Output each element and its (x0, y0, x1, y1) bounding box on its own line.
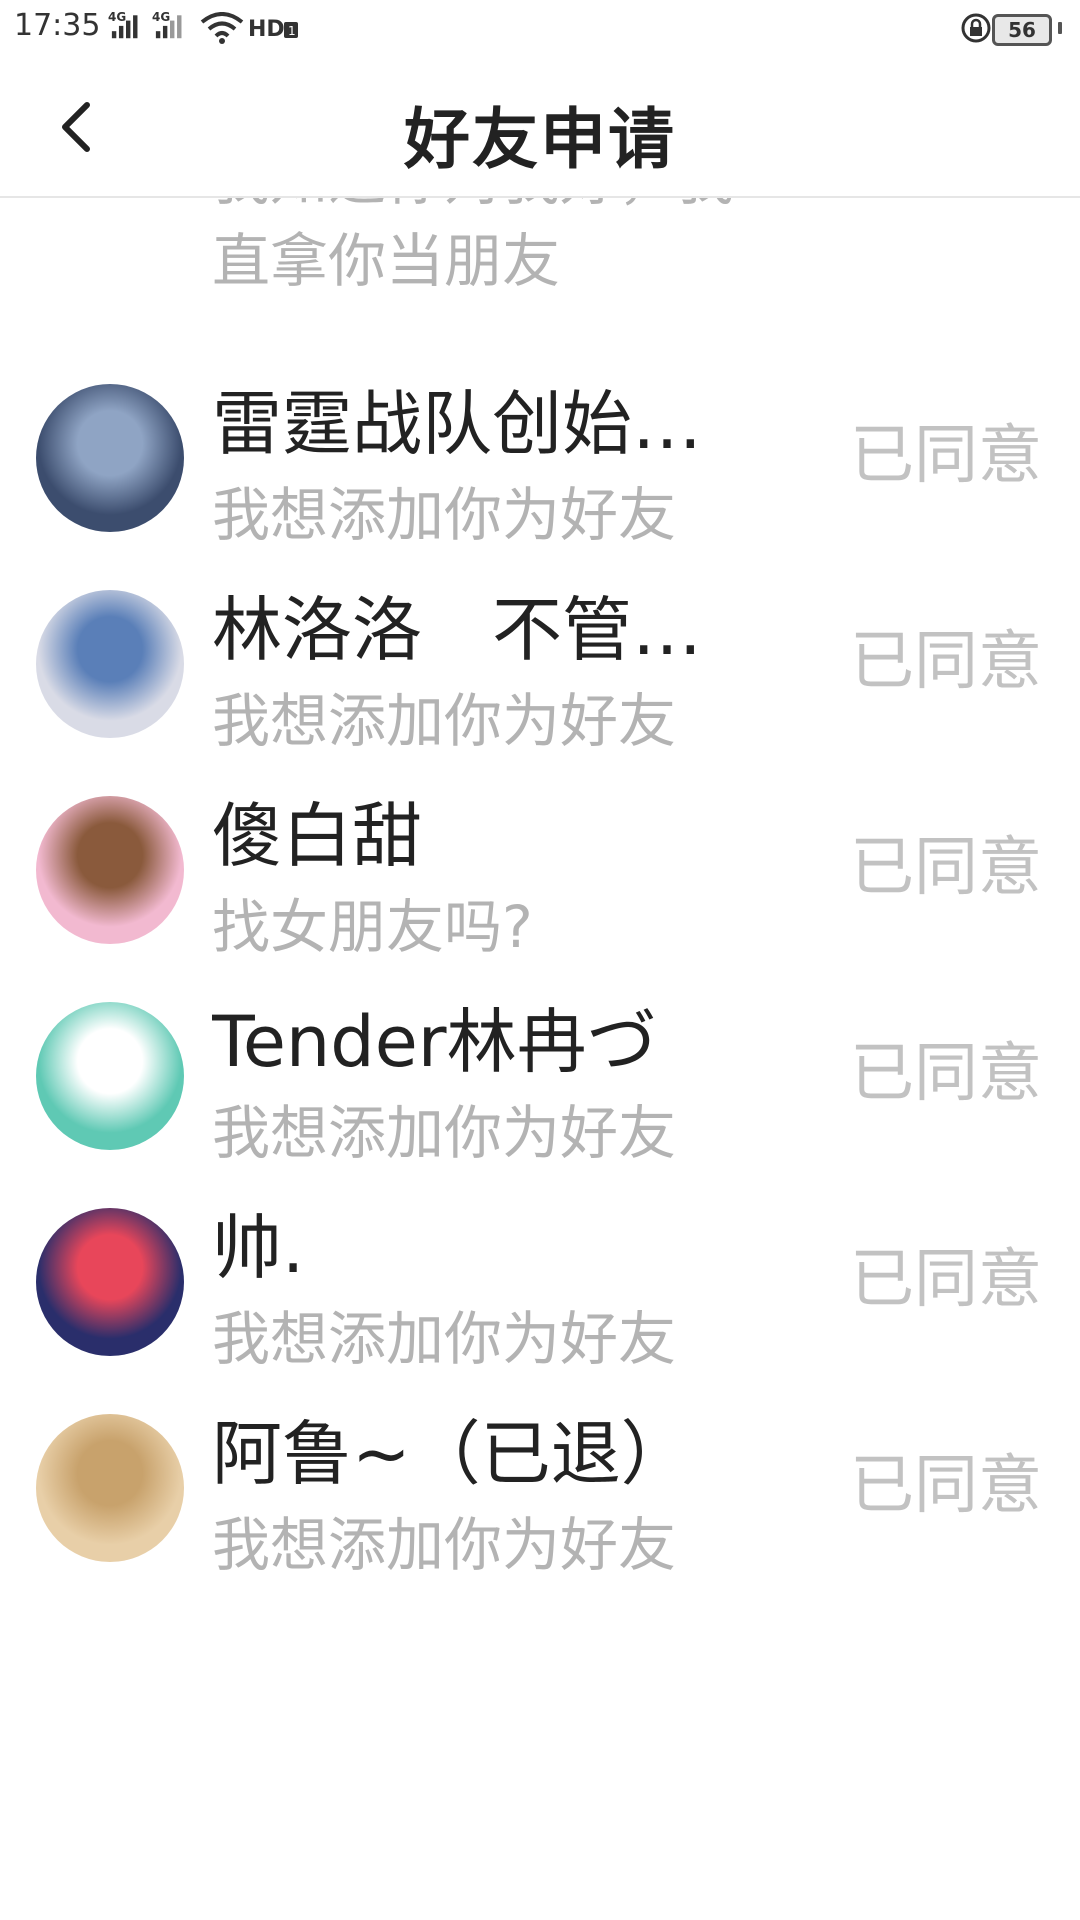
app-header: 好友申请 (0, 56, 1080, 198)
rotation-lock-icon (961, 13, 991, 43)
request-status: 已同意 (850, 1449, 1042, 1523)
request-status: 已同意 (850, 625, 1042, 699)
avatar[interactable] (36, 1002, 184, 1150)
request-status: 已同意 (850, 1243, 1042, 1317)
avatar[interactable] (36, 384, 184, 532)
signal-icon (111, 15, 138, 39)
friend-request-list[interactable]: 我知道你对我好，我 直拿你当朋友 雷霆战队创始人…我想添加你为好友已同意林洛洛 … (0, 198, 1080, 1920)
battery-indicator: 56 (992, 14, 1052, 46)
requester-name: 傻白甜 (212, 795, 422, 877)
request-message: 我想添加你为好友 (212, 1511, 677, 1579)
hd-call-icon: HD 1 (248, 17, 298, 42)
requester-name: 阿鲁~（已退） (212, 1413, 691, 1495)
avatar[interactable] (36, 590, 184, 738)
request-status: 已同意 (850, 419, 1042, 493)
request-status: 已同意 (850, 1037, 1042, 1111)
svg-text:1: 1 (288, 24, 296, 38)
requester-name: 帅. (212, 1207, 305, 1289)
svg-text:HD: HD (248, 17, 285, 42)
avatar[interactable] (36, 1414, 184, 1562)
requester-name: 林洛洛 不管他… (212, 589, 752, 671)
page-title: 好友申请 (404, 101, 676, 178)
avatar[interactable] (36, 1208, 184, 1356)
status-time: 17:35 (14, 8, 101, 43)
battery-nub (1058, 22, 1062, 34)
avatar[interactable] (36, 796, 184, 944)
request-status: 已同意 (850, 831, 1042, 905)
request-message-line: 我知道你对我好，我 (212, 198, 812, 220)
request-message-line: 直拿你当朋友 (212, 227, 561, 295)
status-bar: 17:35 4G 4G HD 1 56 (0, 0, 1080, 56)
signal-icon (155, 15, 182, 39)
requester-name: 雷霆战队创始人… (212, 383, 752, 465)
requester-name: Tender林冉づ (212, 1001, 657, 1083)
list-item[interactable]: 我知道你对我好，我 直拿你当朋友 (0, 198, 1080, 318)
wifi-icon (200, 12, 244, 44)
list-item[interactable]: 阿鲁~（已退） 我想添加你为好友 已同意 (0, 1358, 1080, 1610)
